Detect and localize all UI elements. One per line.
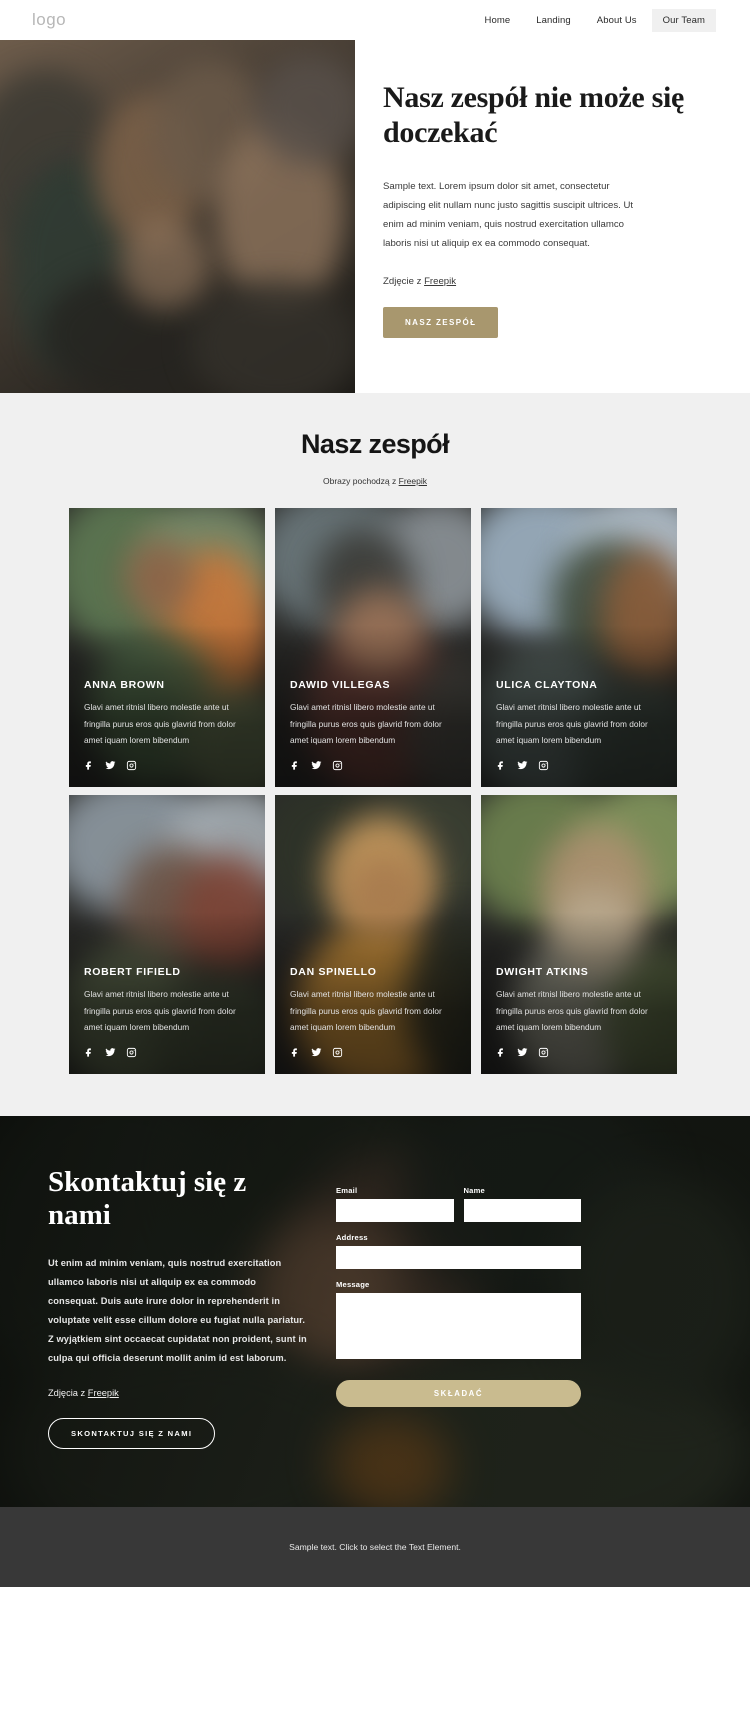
instagram-icon[interactable] xyxy=(538,1047,549,1058)
contact-title: Skontaktuj się z nami xyxy=(48,1166,247,1232)
name-input[interactable] xyxy=(463,1199,581,1222)
team-member-name: ROBERT FIFIELD xyxy=(84,966,181,979)
team-section: Nasz zespół Obrazy pochodzą z Freepik AN… xyxy=(0,393,750,1116)
hero-content: Nasz zespół nie może się doczekać Sample… xyxy=(355,40,750,393)
team-card[interactable]: DAN SPINELLO Glavi amet ritnisl libero m… xyxy=(275,795,471,1074)
logo[interactable]: logo xyxy=(32,10,66,30)
twitter-icon[interactable] xyxy=(311,1047,322,1058)
instagram-icon[interactable] xyxy=(332,760,343,771)
contact-section: Skontaktuj się z nami Ut enim ad minim v… xyxy=(0,1116,750,1507)
facebook-icon[interactable] xyxy=(290,1047,301,1058)
team-title: Nasz zespół xyxy=(301,429,450,459)
contact-left-column: Skontaktuj się z nami Ut enim ad minim v… xyxy=(48,1166,308,1450)
email-label: Email xyxy=(336,1186,358,1195)
team-member-desc: Glavi amet ritnisl libero molestie ante … xyxy=(496,989,648,1032)
team-subtitle-link[interactable]: Freepik xyxy=(399,476,427,486)
team-member-desc: Glavi amet ritnisl libero molestie ante … xyxy=(496,702,648,745)
facebook-icon[interactable] xyxy=(290,760,301,771)
instagram-icon[interactable] xyxy=(332,1047,343,1058)
address-field-group: Address xyxy=(336,1233,581,1269)
social-links xyxy=(290,760,458,771)
twitter-icon[interactable] xyxy=(517,760,528,771)
team-card[interactable]: ANNA BROWN Glavi amet ritnisl libero mol… xyxy=(69,508,265,787)
nav-item-landing[interactable]: Landing xyxy=(525,9,582,32)
address-input[interactable] xyxy=(336,1246,581,1269)
hero-body-text: Sample text. Lorem ipsum dolor sit amet,… xyxy=(383,180,634,250)
message-textarea[interactable] xyxy=(336,1293,581,1359)
team-card[interactable]: DWIGHT ATKINS Glavi amet ritnisl libero … xyxy=(481,795,677,1074)
team-member-name: ULICA CLAYTONA xyxy=(496,679,598,692)
main-nav: Home Landing About Us Our Team xyxy=(474,8,716,32)
team-member-desc: Glavi amet ritnisl libero molestie ante … xyxy=(290,989,442,1032)
social-links xyxy=(84,760,252,771)
nav-item-our-team[interactable]: Our Team xyxy=(651,8,716,32)
contact-cta-button[interactable]: SKONTAKTUJ SIĘ Z NAMI xyxy=(48,1418,216,1450)
site-footer: Sample text. Click to select the Text El… xyxy=(0,1507,750,1587)
email-input[interactable] xyxy=(336,1199,454,1222)
hero-credit-prefix: Zdjęcie z xyxy=(383,275,425,287)
hero-title: Nasz zespół nie może się doczekać xyxy=(383,81,685,150)
submit-button[interactable]: SKŁADAĆ xyxy=(336,1380,581,1407)
social-links xyxy=(290,1047,458,1058)
team-subtitle: Obrazy pochodzą z Freepik xyxy=(0,476,750,486)
contact-credit: Zdjęcia z Freepik xyxy=(48,1388,308,1398)
contact-form: Email Name Address Message SKŁADAĆ xyxy=(336,1166,581,1449)
team-member-name: ANNA BROWN xyxy=(84,679,165,692)
social-links xyxy=(496,1047,664,1058)
nav-item-home[interactable]: Home xyxy=(474,9,522,32)
message-field-group: Message xyxy=(336,1280,581,1364)
hero-cta-button[interactable]: NASZ ZESPÓŁ xyxy=(383,306,499,338)
hero-credit-link[interactable]: Freepik xyxy=(424,276,456,287)
instagram-icon[interactable] xyxy=(126,760,137,771)
team-member-name: DWIGHT ATKINS xyxy=(496,966,589,979)
team-grid: ANNA BROWN Glavi amet ritnisl libero mol… xyxy=(69,508,681,1074)
name-field-group: Name xyxy=(463,1186,581,1222)
contact-credit-prefix: Zdjęcia z xyxy=(48,1388,88,1399)
email-field-group: Email xyxy=(336,1186,454,1222)
facebook-icon[interactable] xyxy=(496,1047,507,1058)
contact-body-text: Ut enim ad minim veniam, quis nostrud ex… xyxy=(48,1258,307,1364)
footer-text[interactable]: Sample text. Click to select the Text El… xyxy=(289,1542,461,1552)
hero-image xyxy=(0,40,355,393)
instagram-icon[interactable] xyxy=(538,760,549,771)
twitter-icon[interactable] xyxy=(105,760,116,771)
team-member-desc: Glavi amet ritnisl libero molestie ante … xyxy=(290,702,442,745)
team-member-name: DAWID VILLEGAS xyxy=(290,679,391,692)
site-header: logo Home Landing About Us Our Team xyxy=(0,0,750,40)
nav-item-about-us[interactable]: About Us xyxy=(586,9,648,32)
address-label: Address xyxy=(336,1233,368,1242)
social-links xyxy=(496,760,664,771)
team-card[interactable]: DAWID VILLEGAS Glavi amet ritnisl libero… xyxy=(275,508,471,787)
team-subtitle-prefix: Obrazy pochodzą z xyxy=(323,476,399,486)
team-card[interactable]: ULICA CLAYTONA Glavi amet ritnisl libero… xyxy=(481,508,677,787)
message-label: Message xyxy=(336,1280,370,1289)
team-member-name: DAN SPINELLO xyxy=(290,966,377,979)
facebook-icon[interactable] xyxy=(496,760,507,771)
social-links xyxy=(84,1047,252,1058)
team-card[interactable]: ROBERT FIFIELD Glavi amet ritnisl libero… xyxy=(69,795,265,1074)
hero-section: Nasz zespół nie może się doczekać Sample… xyxy=(0,40,750,393)
name-label: Name xyxy=(463,1186,485,1195)
contact-credit-link[interactable]: Freepik xyxy=(88,1388,119,1398)
facebook-icon[interactable] xyxy=(84,1047,95,1058)
twitter-icon[interactable] xyxy=(517,1047,528,1058)
twitter-icon[interactable] xyxy=(311,760,322,771)
hero-credit: Zdjęcie z Freepik xyxy=(383,276,710,287)
instagram-icon[interactable] xyxy=(126,1047,137,1058)
facebook-icon[interactable] xyxy=(84,760,95,771)
team-member-desc: Glavi amet ritnisl libero molestie ante … xyxy=(84,989,236,1032)
twitter-icon[interactable] xyxy=(105,1047,116,1058)
team-member-desc: Glavi amet ritnisl libero molestie ante … xyxy=(84,702,236,745)
